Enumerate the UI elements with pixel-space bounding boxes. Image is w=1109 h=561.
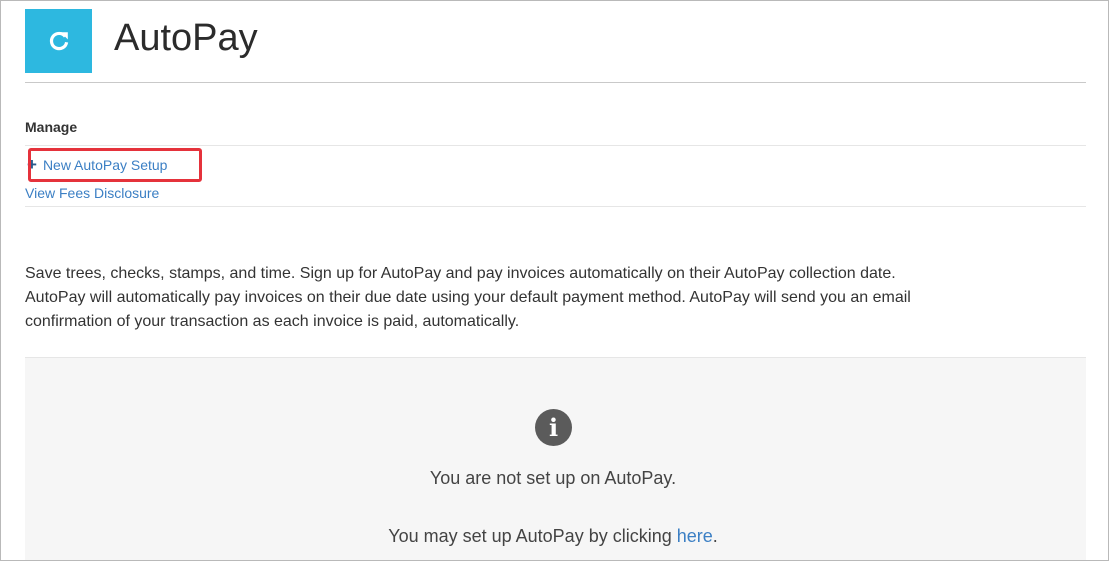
description-line: confirmation of your transaction as each… xyxy=(25,313,520,330)
refresh-icon xyxy=(49,31,68,51)
view-fees-disclosure-link[interactable]: View Fees Disclosure xyxy=(25,185,159,201)
description-line: Save trees, checks, stamps, and time. Si… xyxy=(25,265,896,282)
header-divider xyxy=(25,82,1086,83)
new-autopay-setup-label: New AutoPay Setup xyxy=(42,157,168,173)
autopay-status-panel: i You are not set up on AutoPay. You may… xyxy=(25,357,1086,560)
manage-heading: Manage xyxy=(25,119,78,135)
manage-divider-top xyxy=(25,145,1086,146)
autopay-logo xyxy=(25,9,92,73)
not-setup-message: You are not set up on AutoPay. xyxy=(429,468,677,488)
description-line: AutoPay will automatically pay invoices … xyxy=(25,289,911,306)
page-title: AutoPay xyxy=(114,17,258,59)
plus-icon: + xyxy=(27,155,37,174)
autopay-description: Save trees, checks, stamps, and time. Si… xyxy=(25,262,1090,334)
instruction-period: . xyxy=(712,526,718,546)
page-header: AutoPay xyxy=(25,9,1086,73)
instruction-text: You may set up AutoPay by clicking xyxy=(388,526,677,546)
manage-divider-bottom xyxy=(25,206,1086,207)
page-frame: AutoPay Manage + New AutoPay Setup View … xyxy=(0,0,1109,561)
new-autopay-setup-link[interactable]: + New AutoPay Setup xyxy=(27,155,168,174)
here-link[interactable]: here xyxy=(677,526,713,546)
info-icon: i xyxy=(535,409,572,446)
setup-instructions: You may set up AutoPay by clicking here. xyxy=(25,526,1081,547)
